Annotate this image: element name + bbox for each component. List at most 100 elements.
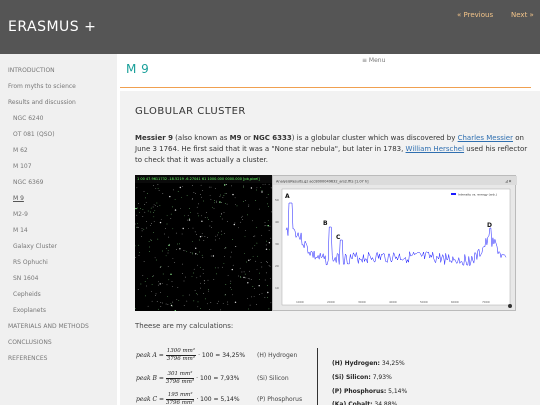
peak-label: D (487, 222, 492, 229)
star-dot (201, 215, 202, 217)
peak-label: A (285, 193, 290, 200)
sidebar-item[interactable]: M 14 (13, 227, 28, 234)
star-dot (154, 210, 156, 212)
settings-dot-icon[interactable] (508, 304, 512, 308)
star-dot (214, 200, 215, 201)
sidebar-item[interactable]: Exoplanets (13, 307, 46, 314)
star-dot (143, 228, 145, 230)
star-dot (265, 248, 268, 250)
star-dot (209, 309, 211, 311)
star-dot (201, 235, 203, 237)
sidebar-item[interactable]: NGC 6369 (13, 179, 44, 186)
star-dot (209, 225, 211, 227)
star-dot (268, 230, 270, 231)
star-dot (267, 219, 269, 221)
star-dot (232, 193, 234, 196)
star-dot (168, 279, 170, 281)
star-dot (176, 298, 178, 300)
star-dot (172, 228, 174, 230)
star-dot (181, 273, 183, 274)
star-dot (242, 219, 244, 220)
star-dot (252, 286, 254, 287)
star-dot (175, 249, 177, 250)
star-dot (221, 230, 222, 232)
result-value: 34,88% (372, 401, 398, 405)
star-dot (210, 186, 212, 188)
star-dot (201, 220, 203, 222)
star-dot (220, 194, 221, 196)
star-dot (255, 200, 257, 201)
spectrum-close-icon[interactable]: ⊿✕ (505, 179, 512, 184)
star-dot (225, 294, 226, 295)
x-tick-label: 2000 (327, 300, 335, 304)
sidebar-item[interactable]: MATERIALS AND METHODS (8, 323, 89, 330)
sidebar-item[interactable]: SN 1604 (13, 275, 38, 282)
star-dot (241, 216, 242, 218)
star-dot (259, 279, 260, 281)
star-dot (193, 272, 195, 274)
page-title: M 9 (126, 62, 150, 76)
star-dot (261, 266, 263, 268)
william-herschel-link[interactable]: William Herschel (406, 145, 465, 153)
sidebar-item[interactable]: M 62 (13, 147, 28, 154)
sidebar-item[interactable]: From myths to science (8, 83, 76, 90)
star-dot (234, 246, 236, 247)
star-dot (148, 241, 150, 242)
star-dot (208, 290, 209, 292)
sidebar-item[interactable]: CONCLUSIONS (8, 339, 52, 346)
star-dot (214, 188, 216, 189)
star-dot (146, 221, 147, 222)
star-dot (166, 223, 168, 225)
star-dot (269, 266, 271, 268)
star-dot (265, 244, 267, 246)
star-dot (189, 218, 190, 219)
sidebar-item[interactable]: REFERENCES (8, 355, 47, 362)
star-dot (167, 266, 169, 268)
sidebar-item[interactable]: RS Ophuchi (13, 259, 48, 266)
star-dot (142, 216, 144, 217)
star-dot (260, 187, 262, 189)
result-element: (H) Hydrogen: (332, 360, 380, 367)
star-dot (248, 308, 249, 310)
star-dot (179, 243, 180, 245)
equation-lhs: peak A = (136, 352, 164, 359)
star-dot (155, 293, 157, 295)
x-tick-label: 4000 (389, 300, 397, 304)
star-dot (137, 222, 138, 224)
next-link[interactable]: Next » (511, 11, 534, 19)
star-dot (240, 277, 242, 278)
star-dot (200, 287, 201, 289)
equation-result: · 100 = 7,93% (196, 375, 240, 382)
star-dot (220, 213, 222, 215)
sidebar-item[interactable]: M2-9 (13, 211, 28, 218)
charles-messier-link[interactable]: Charles Messier (458, 134, 513, 142)
star-dot (160, 302, 162, 303)
star-dot (156, 301, 158, 302)
star-dot (192, 227, 194, 229)
previous-link[interactable]: « Previous (457, 11, 493, 19)
star-dot (206, 212, 207, 213)
star-dot (182, 227, 184, 230)
intro-paragraph: Messier 9 (also known as M9 or NGC 6333)… (135, 133, 535, 166)
sidebar-item[interactable]: NGC 6240 (13, 115, 44, 122)
star-dot (153, 212, 154, 213)
star-dot (136, 214, 138, 216)
sidebar-item[interactable]: M 9 (13, 195, 24, 202)
star-dot (158, 190, 160, 191)
sidebar-item[interactable]: INTRODUCTION (8, 67, 55, 74)
sidebar-item[interactable]: Cepheids (13, 291, 41, 298)
star-dot (192, 253, 193, 255)
star-dot (247, 278, 249, 279)
sidebar-item[interactable]: OT 081 (QSO) (13, 131, 55, 138)
star-dot (160, 306, 162, 307)
sidebar-item[interactable]: Results and discussion (8, 99, 76, 106)
star-dot (151, 284, 153, 286)
star-dot (249, 259, 251, 261)
sidebar-item[interactable]: M 107 (13, 163, 32, 170)
star-dot (223, 262, 225, 264)
star-dot (174, 310, 176, 311)
sidebar-item[interactable]: Galaxy Cluster (13, 243, 57, 250)
calculations-intro: Theese are my calculations: (135, 322, 234, 330)
site-title[interactable]: ERASMUS + (8, 19, 96, 35)
menu-button[interactable]: ≡ Menu (362, 57, 385, 64)
